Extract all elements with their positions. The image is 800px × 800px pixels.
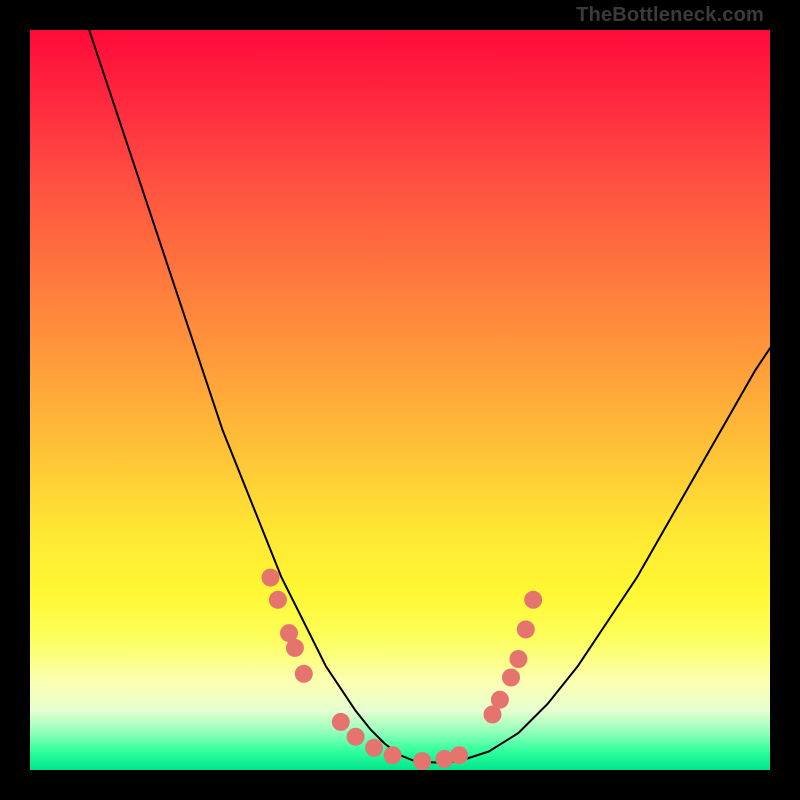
scatter-point [295, 665, 313, 683]
scatter-point [491, 691, 509, 709]
scatter-point [502, 669, 520, 687]
scatter-point [509, 650, 527, 668]
curve-layer [30, 30, 770, 770]
scatter-point [347, 728, 365, 746]
scatter-point [524, 591, 542, 609]
bottleneck-curve [89, 30, 770, 763]
scatter-point [262, 569, 280, 587]
scatter-point [517, 620, 535, 638]
plot-area [30, 30, 770, 770]
chart-frame: TheBottleneck.com [0, 0, 800, 800]
scatter-points-group [262, 569, 543, 771]
scatter-point [413, 752, 431, 770]
scatter-point [269, 591, 287, 609]
watermark-text: TheBottleneck.com [576, 4, 764, 27]
scatter-point [384, 746, 402, 764]
scatter-point [332, 713, 350, 731]
scatter-point [365, 739, 383, 757]
scatter-point [286, 639, 304, 657]
scatter-point [450, 746, 468, 764]
